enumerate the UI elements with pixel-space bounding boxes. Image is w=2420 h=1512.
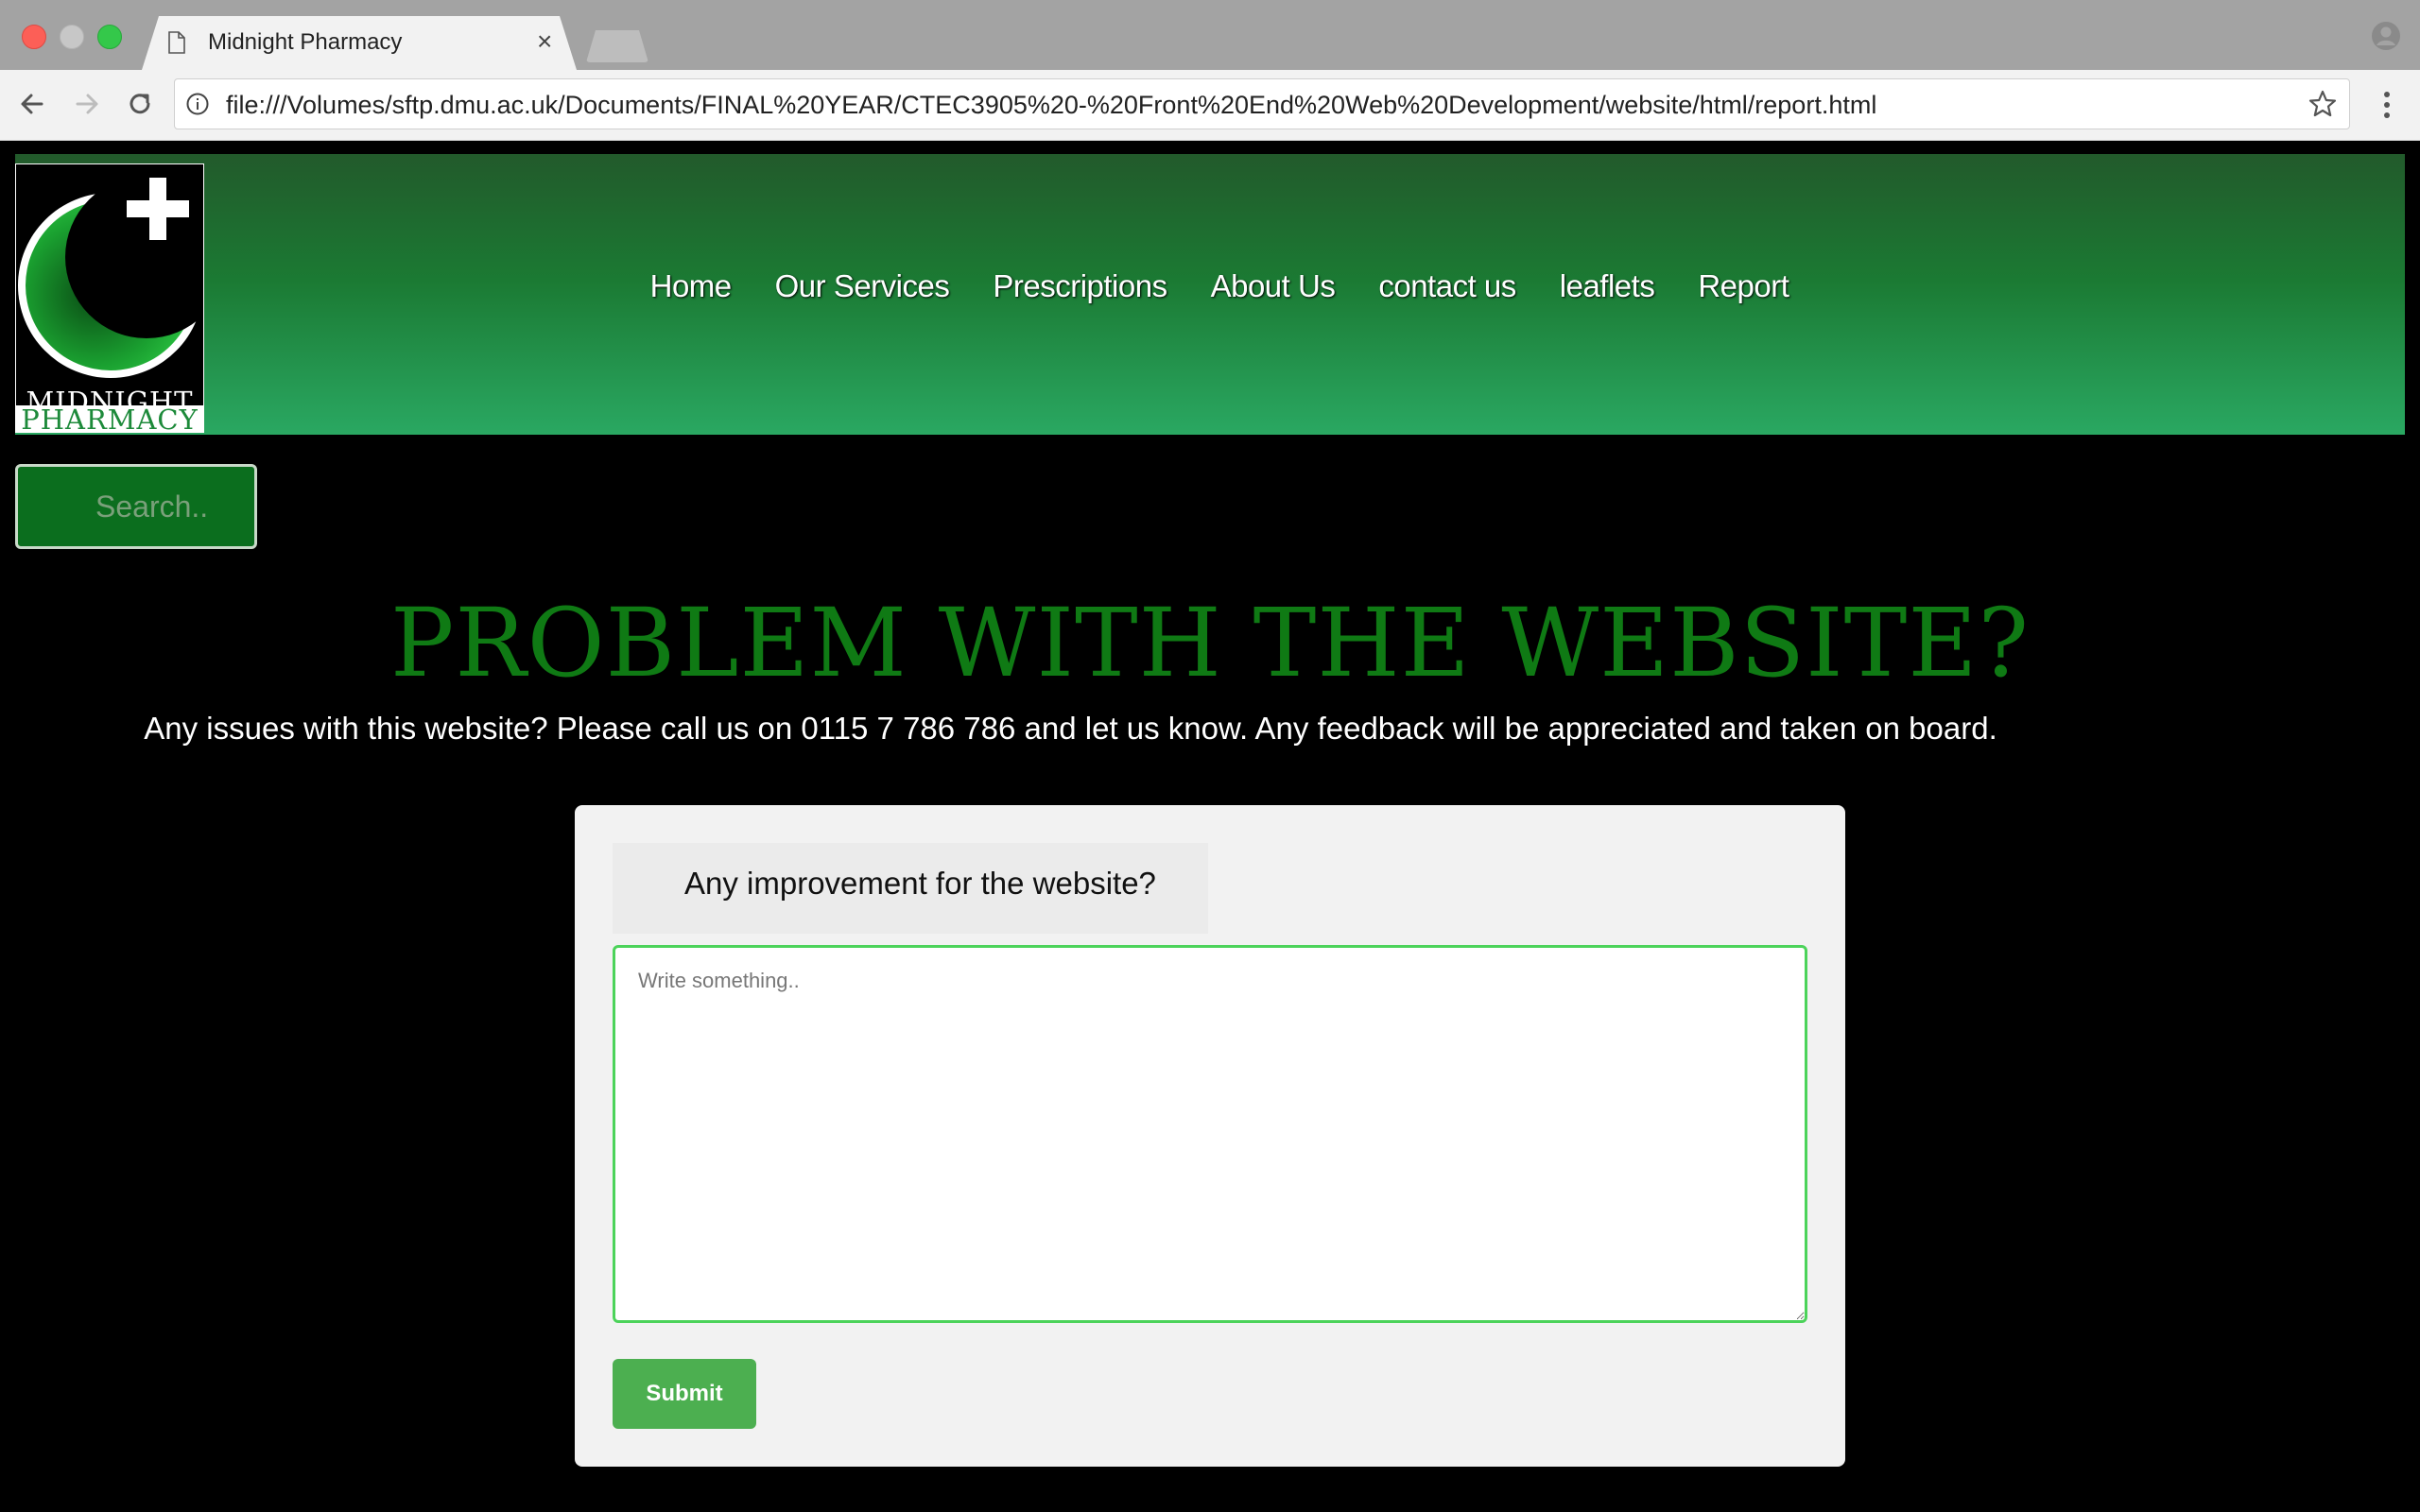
feedback-form: Any improvement for the website? Submit xyxy=(575,805,1845,1467)
nav-link-contact-us[interactable]: contact us xyxy=(1378,268,1516,304)
nav-link-leaflets[interactable]: leaflets xyxy=(1560,268,1655,304)
url-text[interactable]: file:///Volumes/sftp.dmu.ac.uk/Documents… xyxy=(226,91,1876,120)
main-navigation: Home Our Services Prescriptions About Us… xyxy=(15,154,2405,419)
search-input[interactable] xyxy=(15,464,257,549)
nav-link-report[interactable]: Report xyxy=(1698,268,1789,304)
star-icon[interactable] xyxy=(2308,89,2338,119)
form-label-box: Any improvement for the website? xyxy=(613,843,1208,934)
reload-icon[interactable] xyxy=(123,87,157,121)
profile-icon[interactable] xyxy=(2371,21,2401,51)
minimize-window-button[interactable] xyxy=(60,25,84,49)
tab-close-icon[interactable]: × xyxy=(537,26,552,57)
browser-tab-bar: Midnight Pharmacy × xyxy=(0,0,2420,70)
nav-link-home[interactable]: Home xyxy=(650,268,733,304)
site-header: MIDNIGHT PHARMACY Home Our Services Pres… xyxy=(15,154,2405,435)
info-icon[interactable] xyxy=(186,93,209,115)
nav-link-about-us[interactable]: About Us xyxy=(1211,268,1336,304)
menu-icon[interactable] xyxy=(2373,87,2401,123)
new-tab-button[interactable] xyxy=(586,30,648,62)
page-title: PROBLEM WITH THE WEBSITE? xyxy=(390,588,2030,698)
address-bar[interactable]: file:///Volumes/sftp.dmu.ac.uk/Documents… xyxy=(174,78,2350,129)
maximize-window-button[interactable] xyxy=(97,25,122,49)
submit-button[interactable]: Submit xyxy=(613,1359,756,1429)
back-icon[interactable] xyxy=(15,87,49,121)
tab-title: Midnight Pharmacy xyxy=(208,29,403,55)
browser-tab[interactable]: Midnight Pharmacy × xyxy=(142,16,577,70)
nav-link-our-services[interactable]: Our Services xyxy=(775,268,950,304)
document-icon xyxy=(168,31,185,54)
close-window-button[interactable] xyxy=(22,25,46,49)
nav-link-prescriptions[interactable]: Prescriptions xyxy=(993,268,1167,304)
feedback-label: Any improvement for the website? xyxy=(684,866,1156,901)
feedback-textarea[interactable] xyxy=(613,945,1807,1323)
forward-icon[interactable] xyxy=(70,87,104,121)
browser-toolbar: file:///Volumes/sftp.dmu.ac.uk/Documents… xyxy=(0,70,2420,141)
intro-text: Any issues with this website? Please cal… xyxy=(144,711,1997,746)
